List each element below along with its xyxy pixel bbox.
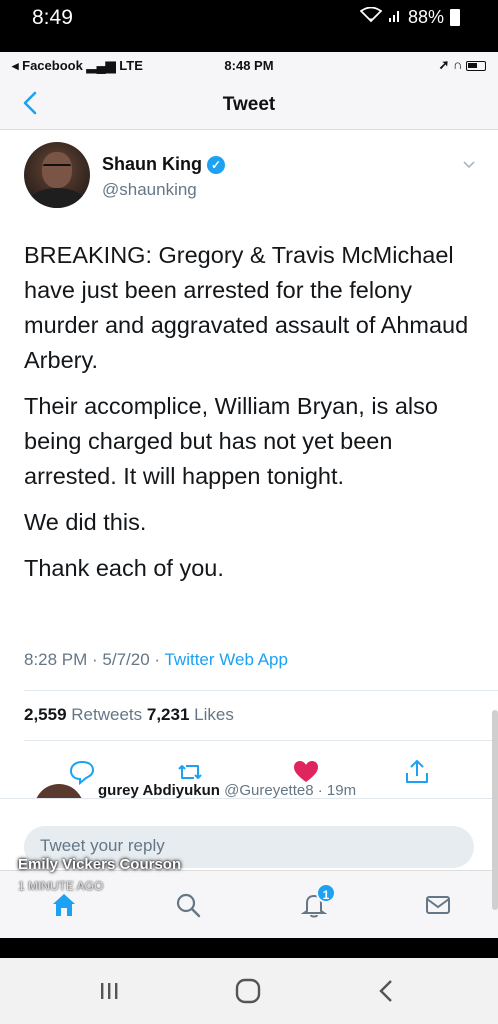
home-circle-icon (235, 978, 261, 1004)
tweet-paragraph: BREAKING: Gregory & Travis McMichael hav… (24, 242, 469, 373)
author-name[interactable]: Shaun King (102, 154, 202, 175)
tab-messages[interactable] (424, 891, 452, 919)
battery-percent: 88% (407, 7, 444, 27)
headphones-icon: ∩ (452, 57, 463, 72)
share-overlay-time: 1 MINUTE AGO (18, 879, 104, 893)
likes-count[interactable]: 7,231 (147, 705, 190, 724)
device-time: 8:49 (32, 6, 73, 29)
ios-battery-icon (466, 60, 486, 71)
mail-icon (426, 896, 450, 914)
reply-placeholder: Tweet your reply (40, 836, 165, 855)
tweet-paragraph: We did this. (24, 509, 147, 535)
home-button[interactable] (233, 978, 263, 1004)
tweet-paragraph: Thank each of you. (24, 555, 224, 581)
divider (0, 798, 498, 799)
bezel (0, 938, 498, 958)
ios-time: 8:48 PM (224, 58, 274, 73)
tweet-paragraph: Their accomplice, William Bryan, is also… (24, 393, 438, 489)
twitter-screenshot: ◂ Facebook ▂▄▆ LTE 8:48 PM ➚ ∩ Tweet Sha… (0, 52, 498, 938)
tweet-source-link[interactable]: Twitter Web App (164, 650, 287, 669)
location-icon: ➚ (438, 57, 450, 72)
recent-apps-button[interactable] (94, 978, 124, 1004)
tab-notifications[interactable]: 1 (300, 883, 336, 919)
likes-label[interactable]: Likes (189, 705, 234, 724)
recent-apps-icon (101, 983, 118, 999)
android-status-bar: 8:49 88% (0, 0, 498, 52)
signal-icon (388, 7, 402, 28)
search-icon (176, 893, 201, 918)
reply-author-meta: @Gureyette8 · 19m (219, 782, 357, 798)
divider (24, 740, 498, 741)
share-overlay-name: Emily Vickers Courson (18, 856, 182, 873)
home-icon (53, 894, 75, 916)
ios-status-icons: ➚ ∩ (438, 57, 486, 73)
author-name-row[interactable]: Shaun King ✓ (102, 154, 225, 175)
author-handle[interactable]: @shaunking (102, 180, 197, 200)
device-status-icons: 88% (359, 6, 460, 28)
wifi-icon (359, 6, 383, 28)
retweets-label[interactable]: Retweets (67, 705, 147, 724)
notification-badge: 1 (316, 883, 336, 903)
reply-author: gurey Abdiyukun @Gureyette8 · 19m (98, 782, 356, 798)
android-nav-bar (0, 958, 498, 1024)
scroll-indicator[interactable] (492, 710, 498, 910)
verified-badge-icon: ✓ (207, 155, 225, 174)
system-back-button[interactable] (372, 978, 402, 1004)
reply-avatar[interactable] (34, 784, 84, 798)
tab-home[interactable] (50, 891, 78, 919)
page-title: Tweet (222, 94, 276, 115)
reply-author-name: gurey Abdiyukun (98, 782, 220, 798)
chevron-down-icon (463, 161, 475, 169)
tweet-meta: 8:28 PM · 5/7/20 · Twitter Web App (24, 650, 288, 670)
avatar[interactable] (24, 142, 90, 208)
tab-search[interactable] (174, 891, 202, 919)
retweets-count[interactable]: 2,559 (24, 705, 67, 724)
ios-status-bar: ◂ Facebook ▂▄▆ LTE 8:48 PM ➚ ∩ (0, 52, 498, 80)
tweet-timestamp: 8:28 PM · 5/7/20 · (24, 650, 165, 669)
divider (24, 690, 498, 691)
engagement-counts: 2,559 Retweets 7,231 Likes (24, 705, 234, 725)
nav-bar: Tweet (0, 80, 498, 130)
tweet-options-button[interactable] (462, 158, 476, 172)
tweet-body: BREAKING: Gregory & Travis McMichael hav… (24, 238, 476, 597)
next-reply-preview[interactable]: gurey Abdiyukun @Gureyette8 · 19m (34, 778, 494, 798)
back-chevron-icon (379, 980, 392, 1002)
battery-icon (450, 9, 460, 26)
